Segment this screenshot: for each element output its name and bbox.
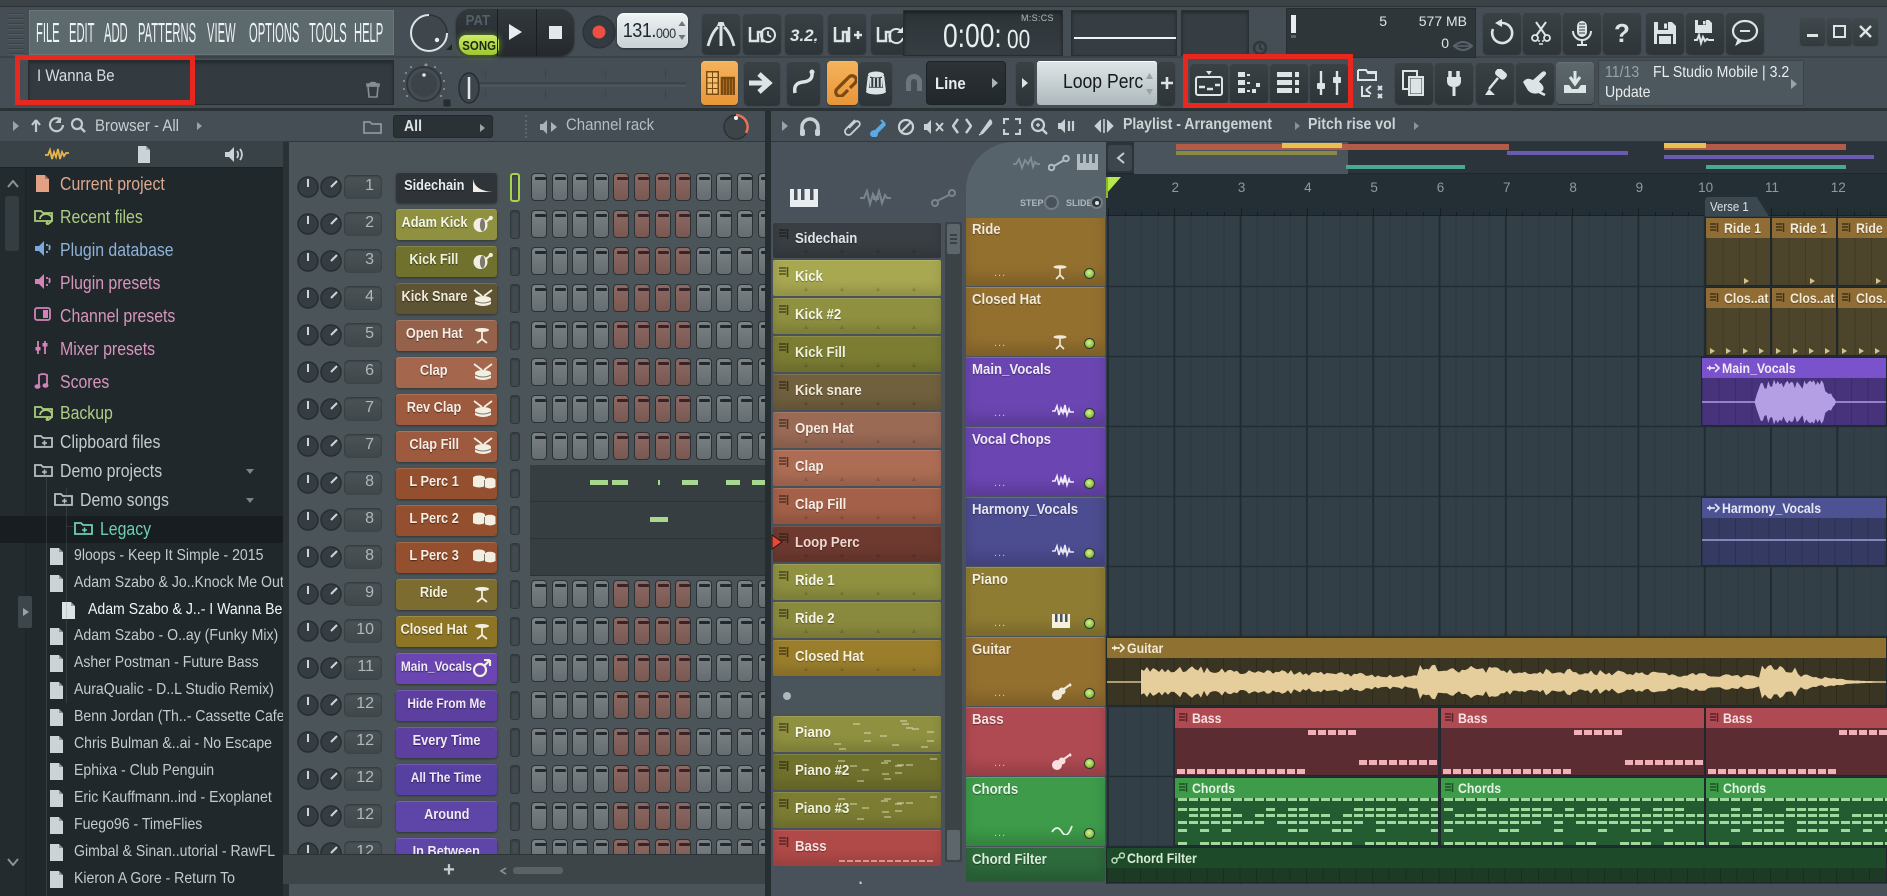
- svg-text:.: .: [814, 35, 817, 46]
- svg-text:?: ?: [1614, 19, 1630, 47]
